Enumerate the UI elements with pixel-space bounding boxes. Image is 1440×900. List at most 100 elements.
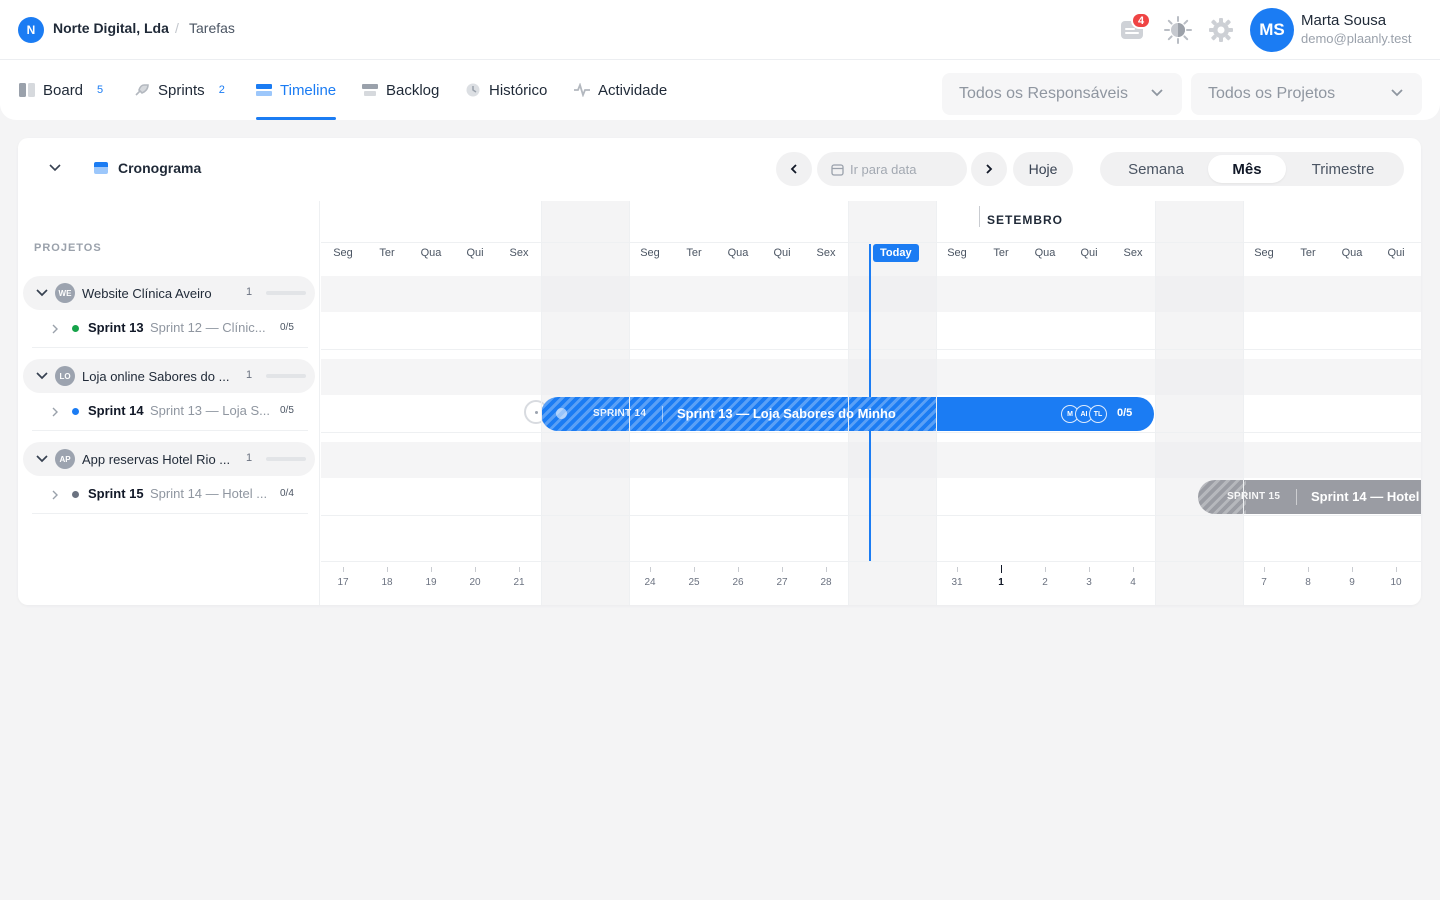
day-number: 17 — [337, 577, 349, 588]
tab-actividade[interactable]: Actividade — [574, 60, 667, 120]
sun-icon — [1164, 16, 1192, 44]
weekday-label: Qui — [466, 247, 484, 259]
user-name[interactable]: Marta Sousa — [1301, 12, 1386, 29]
grid-line — [936, 201, 937, 605]
day-number: 18 — [381, 577, 393, 588]
user-avatar[interactable]: MS — [1250, 8, 1294, 52]
weekday-label: Sex — [509, 247, 529, 259]
day-number: 24 — [644, 577, 656, 588]
drag-handle[interactable] — [556, 408, 567, 419]
chevron-down-icon[interactable] — [35, 286, 49, 300]
view-quarter-option[interactable]: Trimestre — [1288, 155, 1398, 183]
grid-line — [1155, 201, 1156, 605]
day-number: 28 — [820, 577, 832, 588]
day-tick — [1264, 567, 1265, 572]
day-number: 10 — [1390, 577, 1402, 588]
today-marker: Today — [873, 244, 919, 262]
org-name[interactable]: Norte Digital, Lda — [53, 20, 169, 36]
chevron-down-icon[interactable] — [35, 369, 49, 383]
weekday-label: Qua — [727, 247, 749, 259]
gear-icon — [1209, 18, 1233, 42]
project-sprint-count: 1 — [246, 369, 253, 381]
tab-sprints[interactable]: Sprints 2 — [134, 60, 225, 120]
view-month-option[interactable]: Mês — [1208, 155, 1286, 183]
view-week-option[interactable]: Semana — [1106, 155, 1206, 183]
previous-period-button[interactable] — [776, 152, 812, 186]
grid-line — [321, 561, 1421, 562]
sprint-tag: SPRINT 15 — [1227, 491, 1281, 502]
sprint-row[interactable]: Sprint 13 Sprint 12 — Clínic... 0/5 — [32, 312, 308, 348]
day-tick — [1089, 567, 1090, 572]
sprint-description: Sprint 13 — Loja S... — [150, 403, 270, 418]
weekday-label: Seg — [333, 247, 353, 259]
timeline-card: Cronograma Ir para data Hoje Semana Mês … — [18, 138, 1421, 605]
tab-timeline-label: Timeline — [280, 81, 337, 99]
go-to-date-input[interactable]: Ir para data — [817, 152, 967, 186]
day-number: 4 — [1130, 577, 1136, 588]
project-progress-bar — [266, 291, 306, 295]
day-number: 21 — [513, 577, 525, 588]
grid-line — [321, 432, 1421, 433]
chevron-right-icon[interactable] — [50, 324, 60, 334]
bar-divider — [662, 406, 663, 422]
day-tick — [957, 567, 958, 572]
chevron-right-icon[interactable] — [50, 490, 60, 500]
chevron-down-icon[interactable] — [35, 452, 49, 466]
collapse-button[interactable] — [46, 158, 64, 176]
day-tick — [738, 567, 739, 572]
day-tick — [1308, 567, 1309, 572]
tab-backlog[interactable]: Backlog — [362, 60, 439, 120]
status-dot — [72, 408, 79, 415]
project-filter-select[interactable]: Todos os Projetos — [1191, 73, 1422, 115]
sprint-row[interactable]: Sprint 14 Sprint 13 — Loja S... 0/5 — [32, 395, 308, 431]
tab-historico[interactable]: Histórico — [465, 60, 547, 120]
weekday-label: Seg — [1254, 247, 1274, 259]
weekday-label: Ter — [1300, 247, 1316, 259]
tab-board-label: Board — [43, 81, 84, 99]
day-tick — [431, 567, 432, 572]
top-bar: N Norte Digital, Lda / Tarefas 4 MS Mart… — [0, 0, 1440, 60]
sprint-row[interactable]: Sprint 15 Sprint 14 — Hotel ... 0/4 — [32, 478, 308, 514]
org-logo[interactable]: N — [18, 17, 44, 43]
project-avatar: AP — [55, 449, 75, 469]
grid-line — [321, 242, 1421, 243]
sprint-description: Sprint 14 — Hotel ... — [150, 486, 268, 501]
today-button[interactable]: Hoje — [1013, 152, 1073, 186]
breadcrumb-separator: / — [175, 20, 179, 36]
bar-divider — [1296, 489, 1297, 505]
tab-board[interactable]: Board 5 — [19, 60, 103, 120]
assignee-filter-select[interactable]: Todos os Responsáveis — [942, 73, 1182, 115]
sprint-bar[interactable]: SPRINT 15 Sprint 14 — Hotel R — [1198, 480, 1421, 514]
project-row[interactable]: WE Website Clínica Aveiro 1 — [23, 276, 315, 310]
project-avatar: LO — [55, 366, 75, 386]
project-sprint-count: 1 — [246, 452, 253, 464]
next-period-button[interactable] — [971, 152, 1007, 186]
weekday-label: Qua — [1034, 247, 1056, 259]
view-switcher: Semana Mês Trimestre — [1100, 152, 1404, 186]
sprint-name: Sprint 15 — [88, 486, 144, 501]
projects-panel: PROJETOS WE Website Clínica Aveiro 1 Spr… — [18, 201, 320, 605]
project-progress-bar — [266, 457, 306, 461]
project-row[interactable]: LO Loja online Sabores do ... 1 — [23, 359, 315, 393]
day-tick — [650, 567, 651, 572]
day-number: 8 — [1305, 577, 1311, 588]
settings-button[interactable] — [1205, 14, 1237, 46]
weekday-label: Ter — [379, 247, 395, 259]
day-tick — [387, 567, 388, 572]
theme-toggle-button[interactable] — [1162, 14, 1194, 46]
grid-line — [1243, 201, 1244, 605]
weekday-label: Qua — [420, 247, 442, 259]
tab-sprints-label: Sprints — [158, 81, 205, 99]
sprint-name: Sprint 14 — [88, 403, 144, 418]
chevron-right-icon[interactable] — [50, 407, 60, 417]
tab-timeline[interactable]: Timeline — [256, 60, 337, 120]
weekday-label: Qua — [1341, 247, 1363, 259]
weekday-label: Qui — [1080, 247, 1098, 259]
day-number: 1 — [998, 577, 1004, 588]
project-filter-value: Todos os Projetos — [1208, 85, 1336, 102]
chevron-down-icon — [1151, 89, 1163, 97]
status-dot — [72, 491, 79, 498]
breadcrumb-page: Tarefas — [189, 20, 235, 36]
project-row[interactable]: AP App reservas Hotel Rio ... 1 — [23, 442, 315, 476]
sprint-bar-title: Sprint 14 — Hotel R — [1311, 489, 1421, 504]
